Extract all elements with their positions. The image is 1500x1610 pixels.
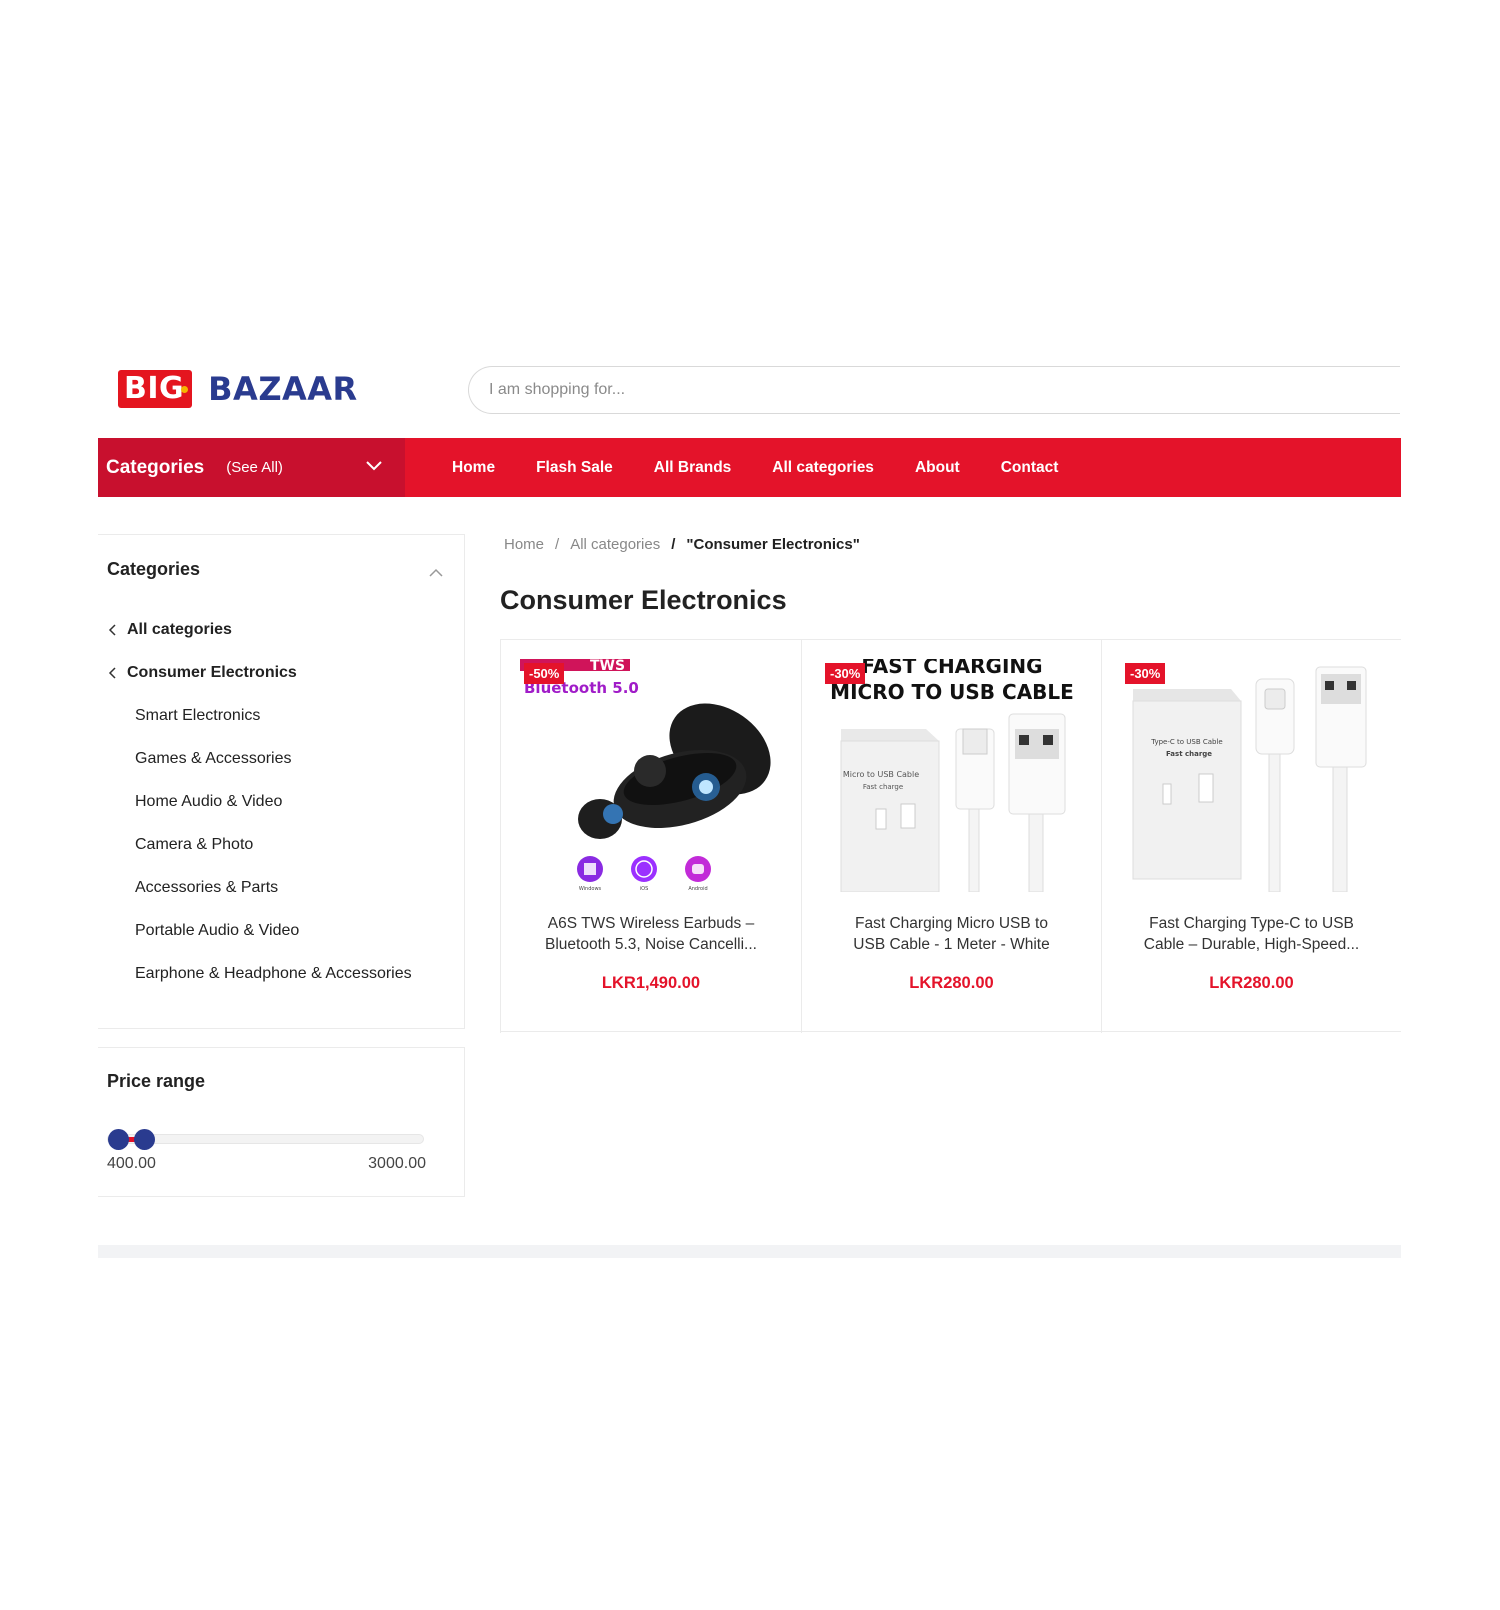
box-sub-text: Fast charge: [863, 783, 903, 791]
page-title: Consumer Electronics: [500, 585, 787, 615]
discount-badge: -30%: [1125, 663, 1166, 684]
product-card[interactable]: FAST CHARGING MICRO TO USB CABLE Micro t…: [801, 640, 1101, 1033]
nav-links: Home Flash Sale All Brands All categorie…: [452, 438, 1099, 497]
os-label-android: Android: [688, 886, 707, 892]
breadcrumb-home[interactable]: Home: [504, 536, 544, 553]
price-slider-track[interactable]: [107, 1129, 424, 1150]
nav-link-about[interactable]: About: [915, 459, 960, 477]
product-price: LKR1,490.00: [601, 974, 701, 992]
breadcrumb-current: "Consumer Electronics": [686, 536, 860, 553]
nav-link-flash-sale[interactable]: Flash Sale: [536, 459, 613, 477]
sidebar-item-smart-electronics[interactable]: Smart Electronics: [135, 707, 260, 725]
logo-dot: [181, 386, 188, 393]
os-label-ios: iOS: [640, 886, 649, 892]
see-all-label: (See All): [226, 459, 283, 476]
product-name-line2: USB Cable - 1 Meter - White: [853, 936, 1050, 953]
product-name[interactable]: A6S TWS Wireless Earbuds – Bluetooth 5.3…: [511, 913, 791, 955]
price-min-value: 400.00: [107, 1155, 156, 1172]
price-range-panel: Price range 400.00 3000.00: [98, 1047, 465, 1197]
product-card[interactable]: Type-C to USB Cable Fast charge -30% Fas…: [1101, 640, 1401, 1033]
product-name[interactable]: Fast Charging Micro USB to USB Cable - 1…: [812, 913, 1091, 955]
nav-link-all-categories[interactable]: All categories: [772, 459, 874, 477]
product-name-line2: Bluetooth 5.3, Noise Cancelli...: [545, 936, 757, 953]
sidebar-item-earphone-headphone[interactable]: Earphone & Headphone & Accessories: [135, 965, 412, 983]
chevron-up-icon[interactable]: [428, 565, 444, 581]
product-name[interactable]: Fast Charging Type-C to USB Cable – Dura…: [1112, 913, 1391, 955]
chevron-down-icon: [366, 461, 382, 471]
sidebar-item-camera-photo[interactable]: Camera & Photo: [135, 836, 253, 854]
image-text-micro-usb: MICRO TO USB CABLE: [830, 680, 1074, 704]
os-label-windows: Windows: [579, 886, 602, 892]
product-name-line1: Fast Charging Type-C to USB: [1149, 915, 1354, 932]
product-name-line1: A6S TWS Wireless Earbuds –: [547, 915, 755, 932]
price-max-value: 3000.00: [368, 1155, 426, 1172]
sidebar-item-label: All categories: [127, 621, 232, 638]
price-range-title: Price range: [107, 1071, 206, 1091]
discount-badge: -30%: [825, 663, 866, 684]
price-slider-max-handle[interactable]: [134, 1129, 156, 1150]
sidebar-item-all-categories[interactable]: All categories: [108, 621, 232, 639]
nav-link-home[interactable]: Home: [452, 459, 495, 477]
breadcrumb-all-categories[interactable]: All categories: [570, 536, 660, 553]
breadcrumb-separator: /: [671, 536, 676, 553]
product-card[interactable]: TWS Bluetooth 5.0 Windows iOS Android -5…: [500, 640, 801, 1033]
site-logo[interactable]: BIG BAZAAR: [118, 370, 358, 408]
sidebar-item-portable-audio-video[interactable]: Portable Audio & Video: [135, 922, 299, 940]
categories-label: Categories: [106, 456, 205, 478]
product-image[interactable]: FAST CHARGING MICRO TO USB CABLE Micro t…: [821, 659, 1083, 892]
search-input[interactable]: [468, 366, 1400, 414]
sidebar-item-games-accessories[interactable]: Games & Accessories: [135, 750, 292, 768]
sidebar-categories-title: Categories: [107, 559, 201, 579]
nav-link-contact[interactable]: Contact: [1001, 459, 1059, 477]
sidebar-item-label: Consumer Electronics: [127, 664, 297, 681]
product-price: LKR280.00: [1209, 974, 1294, 992]
breadcrumb-separator: /: [555, 536, 560, 553]
price-slider-min-handle[interactable]: [108, 1129, 129, 1150]
sidebar-categories-panel: Categories All categories Consumer Elect…: [98, 534, 465, 1029]
chevron-left-icon: [108, 624, 116, 636]
box-sub-text: Fast charge: [1166, 750, 1212, 758]
discount-badge: -50%: [524, 663, 565, 684]
product-name-line2: Cable – Durable, High-Speed...: [1143, 936, 1360, 953]
earbuds-product-image: TWS Bluetooth 5.0 Windows iOS Android: [520, 659, 771, 892]
chevron-left-icon: [108, 667, 116, 679]
product-name-line1: Fast Charging Micro USB to: [855, 915, 1048, 932]
sidebar-item-consumer-electronics[interactable]: Consumer Electronics: [108, 664, 297, 682]
main-navbar: Categories (See All) Home Flash Sale All…: [98, 438, 1401, 497]
image-text-tws: TWS: [590, 659, 625, 674]
box-text: Type-C to USB Cable: [1150, 738, 1222, 746]
categories-dropdown-toggle[interactable]: Categories (See All): [98, 438, 405, 497]
footer-divider: [98, 1245, 1401, 1258]
logo-bazaar: BAZAAR: [208, 370, 358, 408]
box-text: Micro to USB Cable: [843, 770, 919, 779]
sidebar-item-home-audio-video[interactable]: Home Audio & Video: [135, 793, 282, 811]
breadcrumb: Home / All categories / "Consumer Electr…: [504, 536, 871, 553]
product-image[interactable]: Type-C to USB Cable Fast charge: [1121, 659, 1383, 892]
product-grid: TWS Bluetooth 5.0 Windows iOS Android -5…: [500, 639, 1401, 1033]
product-price: LKR280.00: [909, 974, 994, 992]
nav-link-all-brands[interactable]: All Brands: [654, 459, 732, 477]
product-image[interactable]: TWS Bluetooth 5.0 Windows iOS Android: [520, 659, 782, 892]
micro-usb-cable-image: FAST CHARGING MICRO TO USB CABLE Micro t…: [830, 659, 1074, 892]
image-text-fast-charging: FAST CHARGING: [861, 659, 1042, 678]
sidebar-item-accessories-parts[interactable]: Accessories & Parts: [135, 879, 278, 897]
type-c-cable-image: Type-C to USB Cable Fast charge: [1132, 666, 1367, 892]
